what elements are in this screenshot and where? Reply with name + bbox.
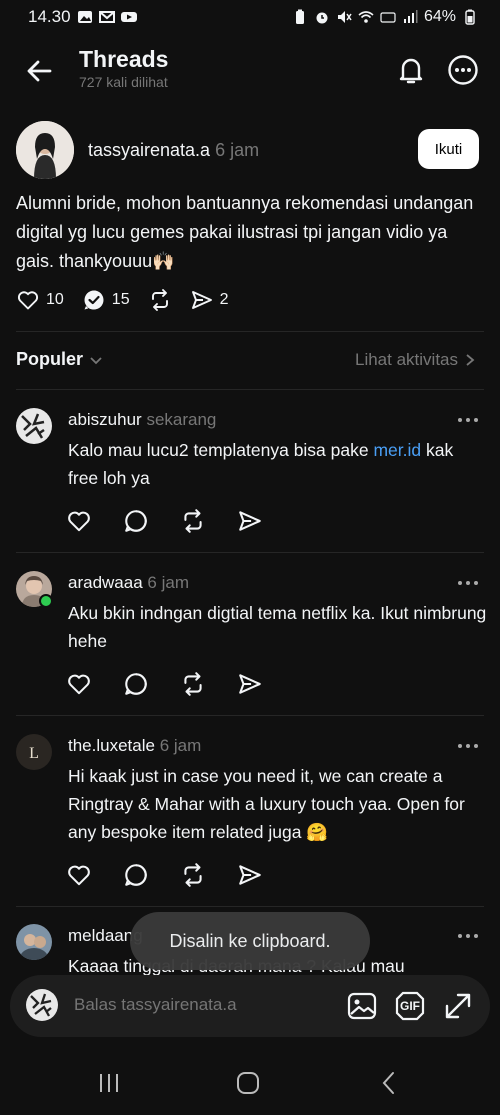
svg-text:L: L — [29, 745, 39, 762]
reply-text: Aku bkin indngan digtial tema netflix ka… — [68, 603, 487, 651]
avatar[interactable] — [16, 408, 52, 444]
reply-text-part: Kalo mau lucu2 templatenya bisa pake — [68, 440, 374, 460]
toast-message: Disalin ke clipboard. — [130, 912, 370, 970]
divider — [16, 331, 484, 332]
reply-actions — [66, 862, 263, 888]
sort-label: Populer — [16, 349, 84, 369]
top-app-bar: Threads 727 kali dilihat — [0, 40, 500, 100]
more-dots-icon[interactable] — [455, 573, 481, 593]
reply-username[interactable]: abiszuhur — [68, 410, 142, 429]
post-username[interactable]: tassyairenata.a — [88, 140, 210, 160]
sort-row: Populer Lihat aktivitas — [0, 340, 500, 380]
image-icon[interactable] — [346, 990, 378, 1022]
reply-time: 6 jam — [159, 736, 202, 755]
send-icon — [191, 291, 212, 309]
wifi-icon — [358, 11, 374, 23]
divider — [16, 906, 484, 907]
send-icon[interactable] — [237, 671, 263, 697]
reply-time: 6 jam — [147, 573, 189, 592]
online-status-dot — [39, 594, 53, 608]
status-time: 14.30 — [28, 7, 71, 26]
like-button[interactable]: 10 — [16, 288, 64, 312]
gallery-icon — [77, 11, 92, 23]
reply-username[interactable]: the.luxetale — [68, 736, 155, 755]
reply-check-icon — [84, 290, 104, 310]
reply-author[interactable]: the.luxetale 6 jam — [68, 736, 201, 756]
battery-level: 64% — [423, 8, 456, 25]
back-arrow-icon[interactable] — [22, 54, 56, 88]
heart-icon[interactable] — [66, 671, 92, 697]
battery-saver-icon — [295, 9, 304, 24]
divider — [16, 389, 484, 390]
more-dots-icon[interactable] — [455, 410, 481, 430]
gif-button[interactable]: GIF — [394, 990, 426, 1022]
heart-icon[interactable] — [66, 508, 92, 534]
repost-icon[interactable] — [180, 862, 206, 888]
more-options-icon[interactable] — [446, 53, 480, 87]
heart-icon — [17, 291, 39, 310]
reply-composer: GIF — [10, 975, 490, 1037]
reply-username[interactable]: aradwaaa — [68, 573, 143, 592]
avatar[interactable]: L — [16, 734, 52, 770]
expand-icon[interactable] — [442, 990, 474, 1022]
repost-icon[interactable] — [180, 671, 206, 697]
follow-button[interactable]: Ikuti — [418, 129, 479, 169]
view-activity-link[interactable]: Lihat aktivitas — [355, 350, 476, 370]
bell-icon[interactable] — [394, 53, 428, 87]
more-dots-icon[interactable] — [455, 926, 481, 946]
repost-icon — [151, 289, 168, 311]
post-text: Alumni bride, mohon bantuannya rekomenda… — [16, 193, 474, 271]
status-bar: 14.30 64% — [0, 0, 500, 34]
comment-icon[interactable] — [123, 508, 149, 534]
comment-icon[interactable] — [123, 862, 149, 888]
recent-apps-icon[interactable] — [96, 1070, 122, 1096]
reply-link[interactable]: mer.id — [373, 440, 421, 460]
avatar[interactable] — [16, 924, 52, 960]
gif-label: GIF — [400, 999, 420, 1013]
back-nav-icon[interactable] — [376, 1070, 402, 1096]
view-activity-label: Lihat aktivitas — [355, 350, 458, 369]
reply-count: 15 — [111, 291, 130, 308]
comment-icon[interactable] — [123, 671, 149, 697]
reply-text: Hi kaak just in case you need it, we can… — [68, 766, 465, 842]
battery-icon — [465, 9, 475, 25]
volte-icon — [380, 12, 396, 23]
more-dots-icon[interactable] — [455, 736, 481, 756]
view-count: 727 kali dilihat — [79, 74, 168, 90]
share-button[interactable]: 2 — [190, 288, 229, 312]
reply-author[interactable]: aradwaaa 6 jam — [68, 573, 189, 593]
chevron-right-icon — [466, 354, 475, 366]
avatar[interactable] — [16, 121, 74, 179]
send-icon[interactable] — [237, 862, 263, 888]
sort-dropdown[interactable]: Populer — [16, 349, 103, 370]
reply-time: sekarang — [146, 410, 217, 429]
reply-author[interactable]: abiszuhur sekarang — [68, 410, 216, 430]
send-icon[interactable] — [237, 508, 263, 534]
gmail-icon — [98, 11, 115, 23]
signal-icon — [403, 10, 418, 23]
divider — [16, 552, 484, 553]
page-title: Threads — [79, 46, 169, 72]
post-author[interactable]: tassyairenata.a 6 jam — [88, 140, 259, 161]
divider — [16, 715, 484, 716]
repost-button[interactable] — [148, 288, 172, 312]
youtube-icon — [120, 12, 137, 22]
heart-icon[interactable] — [66, 862, 92, 888]
reply-actions — [66, 671, 263, 697]
home-icon[interactable] — [235, 1070, 261, 1096]
system-nav-bar — [0, 1050, 500, 1115]
reply-actions — [66, 508, 263, 534]
alarm-icon — [316, 12, 328, 24]
chevron-down-icon — [90, 356, 102, 364]
reply-input[interactable] — [74, 995, 314, 1015]
reply-count-button[interactable]: 15 — [82, 288, 130, 312]
like-count: 10 — [46, 291, 64, 308]
share-count: 2 — [219, 291, 229, 308]
post-actions: 10 15 2 — [16, 288, 247, 312]
repost-icon[interactable] — [180, 508, 206, 534]
reply-text: Kalo mau lucu2 templatenya bisa pake mer… — [68, 436, 488, 492]
mute-icon — [337, 11, 352, 23]
avatar — [26, 989, 58, 1021]
post-time: 6 jam — [215, 140, 260, 160]
